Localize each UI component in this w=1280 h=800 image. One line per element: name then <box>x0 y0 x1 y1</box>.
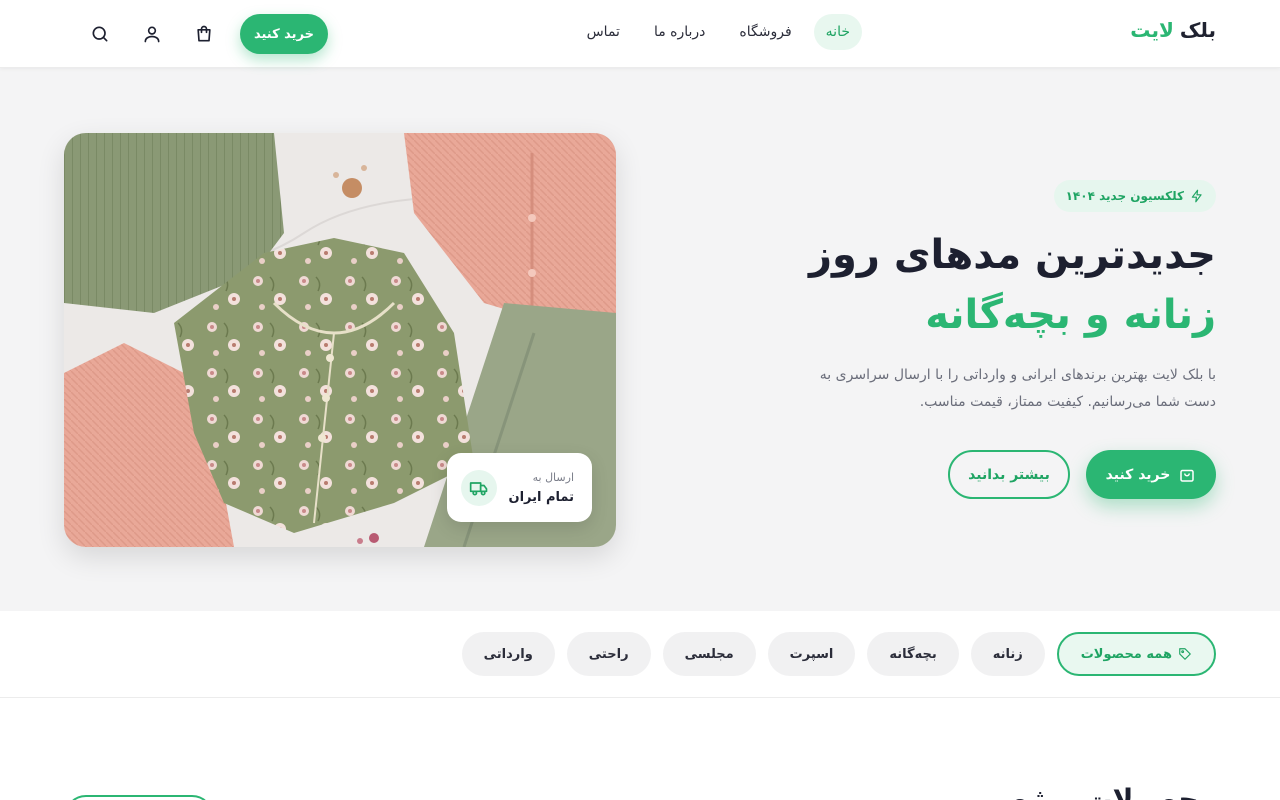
category-chip-label: همه محصولات <box>1080 646 1172 662</box>
category-chip-formal[interactable]: مجلسی <box>662 632 756 676</box>
shipping-label-big: تمام ایران <box>508 489 574 505</box>
featured-section-title: محصولات ویژه <box>1012 783 1216 800</box>
category-chip-comfort[interactable]: راحتی <box>566 632 651 676</box>
shipping-label-small: ارسال به <box>532 470 574 484</box>
view-all-button[interactable] <box>64 795 214 800</box>
new-collection-badge: کلکسیون جدید ۱۴۰۴ <box>1053 180 1216 212</box>
site-header: بلک لایت خانه فروشگاه درباره ما تماس خری… <box>0 0 1280 68</box>
category-chip-sport[interactable]: اسپرت <box>767 632 856 676</box>
category-chip-all[interactable]: همه محصولات <box>1056 632 1216 676</box>
header-actions: خرید کنید <box>64 14 328 54</box>
main-nav: خانه فروشگاه درباره ما تماس <box>575 14 862 50</box>
nav-item-contact[interactable]: تماس <box>575 14 632 50</box>
user-icon[interactable] <box>136 14 168 54</box>
category-bar: همه محصولات زنانه بچه‌گانه اسپرت مجلسی ر… <box>0 611 1280 698</box>
tag-icon <box>1179 648 1191 660</box>
hero-title-line1: جدیدترین مدهای روز <box>808 232 1216 278</box>
nav-item-about[interactable]: درباره ما <box>642 14 717 50</box>
truck-icon <box>461 469 497 506</box>
shipping-card: ارسال به تمام ایران <box>447 453 592 522</box>
hero-buy-label: خرید کنید <box>1105 466 1171 483</box>
header-buy-button[interactable]: خرید کنید <box>240 14 328 54</box>
category-list: همه محصولات زنانه بچه‌گانه اسپرت مجلسی ر… <box>461 632 1216 676</box>
cart-icon[interactable] <box>188 14 220 54</box>
category-chip-women[interactable]: زنانه <box>970 632 1045 676</box>
cart-icon <box>1180 469 1195 482</box>
hero-description: با بلک لایت بهترین برندهای ایرانی و وارد… <box>819 367 1216 410</box>
nav-item-shop[interactable]: فروشگاه <box>727 14 803 50</box>
hero-section: کلکسیون جدید ۱۴۰۴ جدیدترین مدهای روز زنا… <box>0 68 1280 611</box>
hero-buy-button[interactable]: خرید کنید <box>1086 450 1216 499</box>
learn-more-button[interactable]: بیشتر بدانید <box>948 450 1070 499</box>
bolt-icon <box>1191 189 1202 203</box>
logo-text-accent: لایت <box>1130 18 1174 42</box>
search-icon[interactable] <box>84 14 116 54</box>
nav-item-home[interactable]: خانه <box>813 14 862 50</box>
badge-label: کلکسیون جدید ۱۴۰۴ <box>1065 189 1184 203</box>
logo-text-dark: بلک <box>1179 18 1216 42</box>
category-chip-kids[interactable]: بچه‌گانه <box>867 632 959 676</box>
category-chip-imported[interactable]: وارداتی <box>461 632 555 676</box>
hero-product-image: ارسال به تمام ایران <box>64 133 616 547</box>
site-logo[interactable]: بلک لایت <box>1130 18 1216 42</box>
hero-title-line2: زنانه و بچه‌گانه <box>925 292 1216 338</box>
